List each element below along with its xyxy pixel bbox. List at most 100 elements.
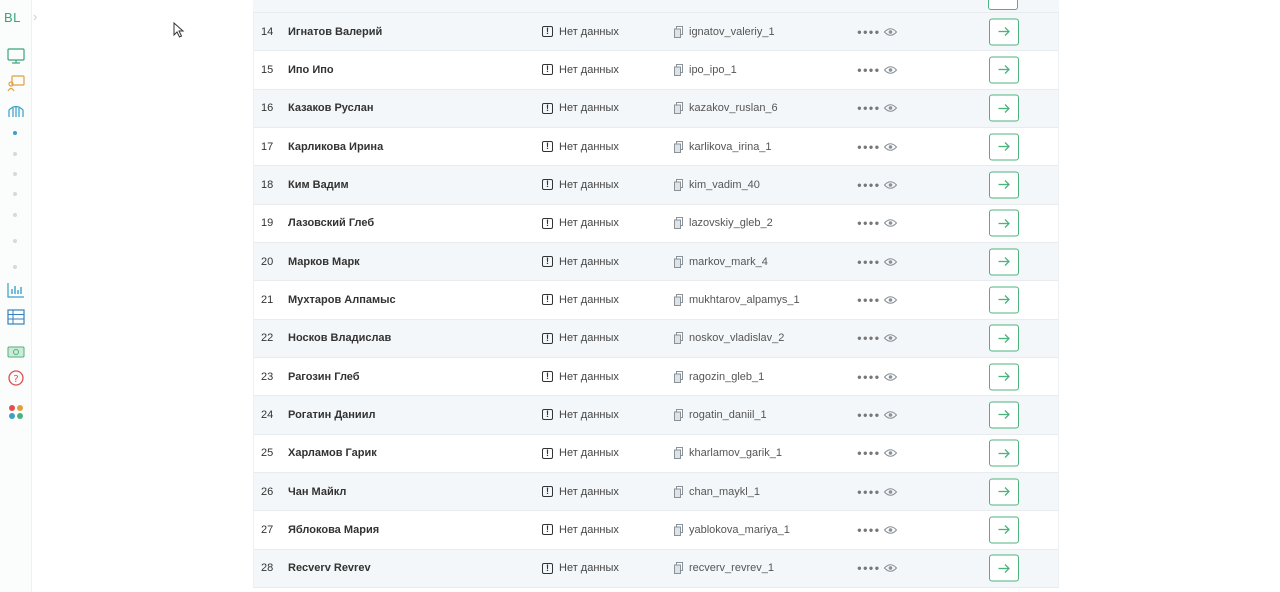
open-button[interactable] [989,439,1019,467]
open-button[interactable] [989,248,1019,276]
copy-icon[interactable] [674,408,683,421]
open-button[interactable] [989,56,1019,84]
warning-icon: ! [542,141,553,153]
copy-icon[interactable] [674,293,683,306]
copy-icon[interactable] [674,63,683,76]
open-button[interactable] [989,94,1019,122]
row-number: 28 [261,562,274,575]
login-cell: recverv_revrev_1 [674,562,774,575]
copy-icon[interactable] [674,562,683,575]
eye-icon[interactable] [884,487,898,496]
user-name: Харламов Гарик [288,447,377,460]
eye-icon[interactable] [884,27,898,36]
arrow-right-icon [998,218,1010,228]
open-button[interactable] [989,18,1019,46]
eye-icon[interactable] [884,525,898,534]
eye-icon[interactable] [884,104,898,113]
copy-icon[interactable] [674,255,683,268]
copy-icon[interactable] [674,485,683,498]
money-icon[interactable] [6,342,26,362]
login-cell: kharlamov_garik_1 [674,447,782,460]
submenu-dot[interactable] [13,265,17,269]
eye-icon[interactable] [884,180,898,189]
open-button[interactable] [988,0,1018,10]
user-name: Носков Владислав [288,332,392,345]
chart-icon[interactable] [6,280,26,300]
presentation-icon[interactable] [6,73,26,93]
password-mask: ●●●● [857,525,881,535]
copy-icon[interactable] [674,447,683,460]
eye-icon[interactable] [884,219,898,228]
submenu-dot[interactable] [13,152,17,156]
table-row: 15 Ипо Ипо ! Нет данных ipo_ipo_1 ●●●● [254,51,1058,90]
open-button[interactable] [989,401,1019,429]
submenu-dot[interactable] [13,192,17,196]
arrow-right-icon [998,142,1010,152]
login-cell: chan_maykl_1 [674,485,760,498]
copy-icon[interactable] [674,102,683,115]
copy-icon[interactable] [674,140,683,153]
open-button[interactable] [989,478,1019,506]
user-name: Рагозин Глеб [288,370,360,383]
copy-icon[interactable] [674,332,683,345]
open-button[interactable] [989,363,1019,391]
eye-icon[interactable] [884,295,898,304]
open-button[interactable] [989,324,1019,352]
eye-icon[interactable] [884,334,898,343]
login-cell: yablokova_mariya_1 [674,523,790,536]
login-text: ignatov_valeriy_1 [689,25,775,38]
user-name: Яблокова Мария [288,523,380,536]
copy-icon[interactable] [674,25,683,38]
eye-icon[interactable] [884,142,898,151]
arrow-right-icon [998,27,1010,37]
submenu-dot[interactable] [13,131,17,135]
structure-icon[interactable] [6,100,26,120]
eye-icon[interactable] [884,65,898,74]
open-button[interactable] [989,209,1019,237]
login-text: kharlamov_garik_1 [689,447,782,460]
password-mask: ●●●● [857,333,881,343]
copy-icon[interactable] [674,523,683,536]
logo[interactable]: BL [4,10,21,25]
open-button[interactable] [989,516,1019,544]
user-name: Ким Вадим [288,178,349,191]
row-number: 27 [261,523,274,536]
status-text: Нет данных [559,255,619,268]
open-button[interactable] [989,286,1019,314]
table-row: 27 Яблокова Мария ! Нет данных yablokova… [254,511,1058,550]
eye-icon[interactable] [884,564,898,573]
copy-icon[interactable] [674,217,683,230]
apps-icon[interactable] [6,402,26,422]
submenu-dot[interactable] [13,213,17,217]
arrow-right-icon [998,563,1010,573]
eye-icon[interactable] [884,410,898,419]
eye-icon[interactable] [884,372,898,381]
table-row: 17 Карликова Ирина ! Нет данных karlikov… [254,127,1058,167]
arrow-right-icon [998,448,1010,458]
password-cell: ●●●● [857,410,898,420]
sidebar-expand-icon[interactable]: › [33,9,37,24]
monitor-icon[interactable] [6,46,26,66]
open-button[interactable] [989,133,1019,161]
warning-icon: ! [542,179,553,191]
open-button[interactable] [989,171,1019,199]
eye-icon[interactable] [884,257,898,266]
password-cell: ●●●● [857,27,898,36]
submenu-dot[interactable] [13,172,17,176]
status-text: Нет данных [559,217,619,230]
sidebar: BL › ? [0,0,37,592]
eye-icon[interactable] [884,449,898,458]
login-cell: kazakov_ruslan_6 [674,102,778,115]
table-row: 19 Лазовский Глеб ! Нет данных lazovskiy… [254,204,1058,243]
password-mask: ●●●● [857,142,881,152]
copy-icon[interactable] [674,370,683,383]
submenu-dot[interactable] [13,239,17,243]
password-mask: ●●●● [857,410,881,420]
password-mask: ●●●● [857,448,881,458]
table-icon[interactable] [6,307,26,327]
table-row: 14 Игнатов Валерий ! Нет данных ignatov_… [254,13,1058,52]
open-button[interactable] [989,554,1019,582]
help-icon[interactable]: ? [6,368,26,388]
user-name: Казаков Руслан [288,102,374,115]
copy-icon[interactable] [674,178,683,191]
